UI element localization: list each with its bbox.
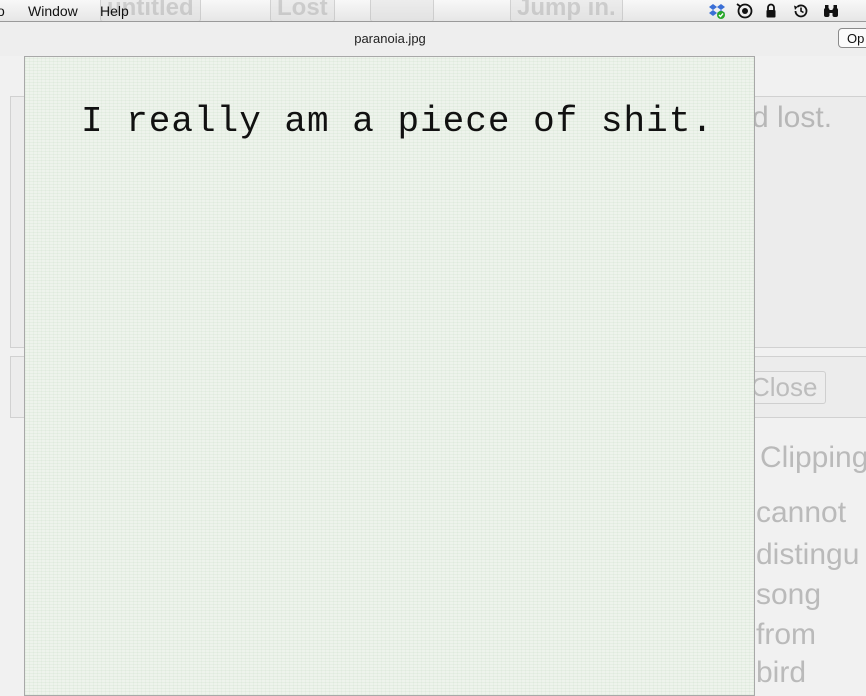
- target-icon[interactable]: [736, 2, 754, 20]
- menu-go[interactable]: o: [0, 3, 5, 19]
- time-machine-icon[interactable]: [792, 2, 810, 20]
- menu-bar: untitled Lost Jump in. o Window Help: [0, 0, 866, 22]
- background-text-clipping: Clipping: [760, 441, 866, 474]
- background-text-line: cannot: [756, 496, 847, 529]
- dropbox-icon[interactable]: [708, 2, 726, 20]
- window-title-bar: paranoia.jpg Op: [0, 22, 866, 56]
- window-title: paranoia.jpg: [354, 31, 426, 46]
- background-tab-blank: [370, 0, 434, 21]
- background-tab-lost: Lost: [270, 0, 335, 21]
- background-text-line: bird: [756, 656, 807, 688]
- image-document: I really am a piece of shit.: [24, 56, 755, 696]
- background-text-line: from: [756, 618, 816, 651]
- background-text-lost: d lost.: [752, 101, 833, 134]
- lock-icon[interactable]: [762, 2, 780, 20]
- image-text: I really am a piece of shit.: [81, 101, 714, 142]
- background-tab-jump-in: Jump in.: [510, 0, 623, 21]
- menu-window[interactable]: Window: [28, 3, 78, 19]
- background-text-line: song: [756, 578, 822, 611]
- open-button[interactable]: Op: [838, 28, 866, 48]
- menu-help[interactable]: Help: [100, 3, 129, 19]
- binoculars-icon[interactable]: [822, 2, 840, 20]
- background-text-line: distingu: [756, 538, 860, 571]
